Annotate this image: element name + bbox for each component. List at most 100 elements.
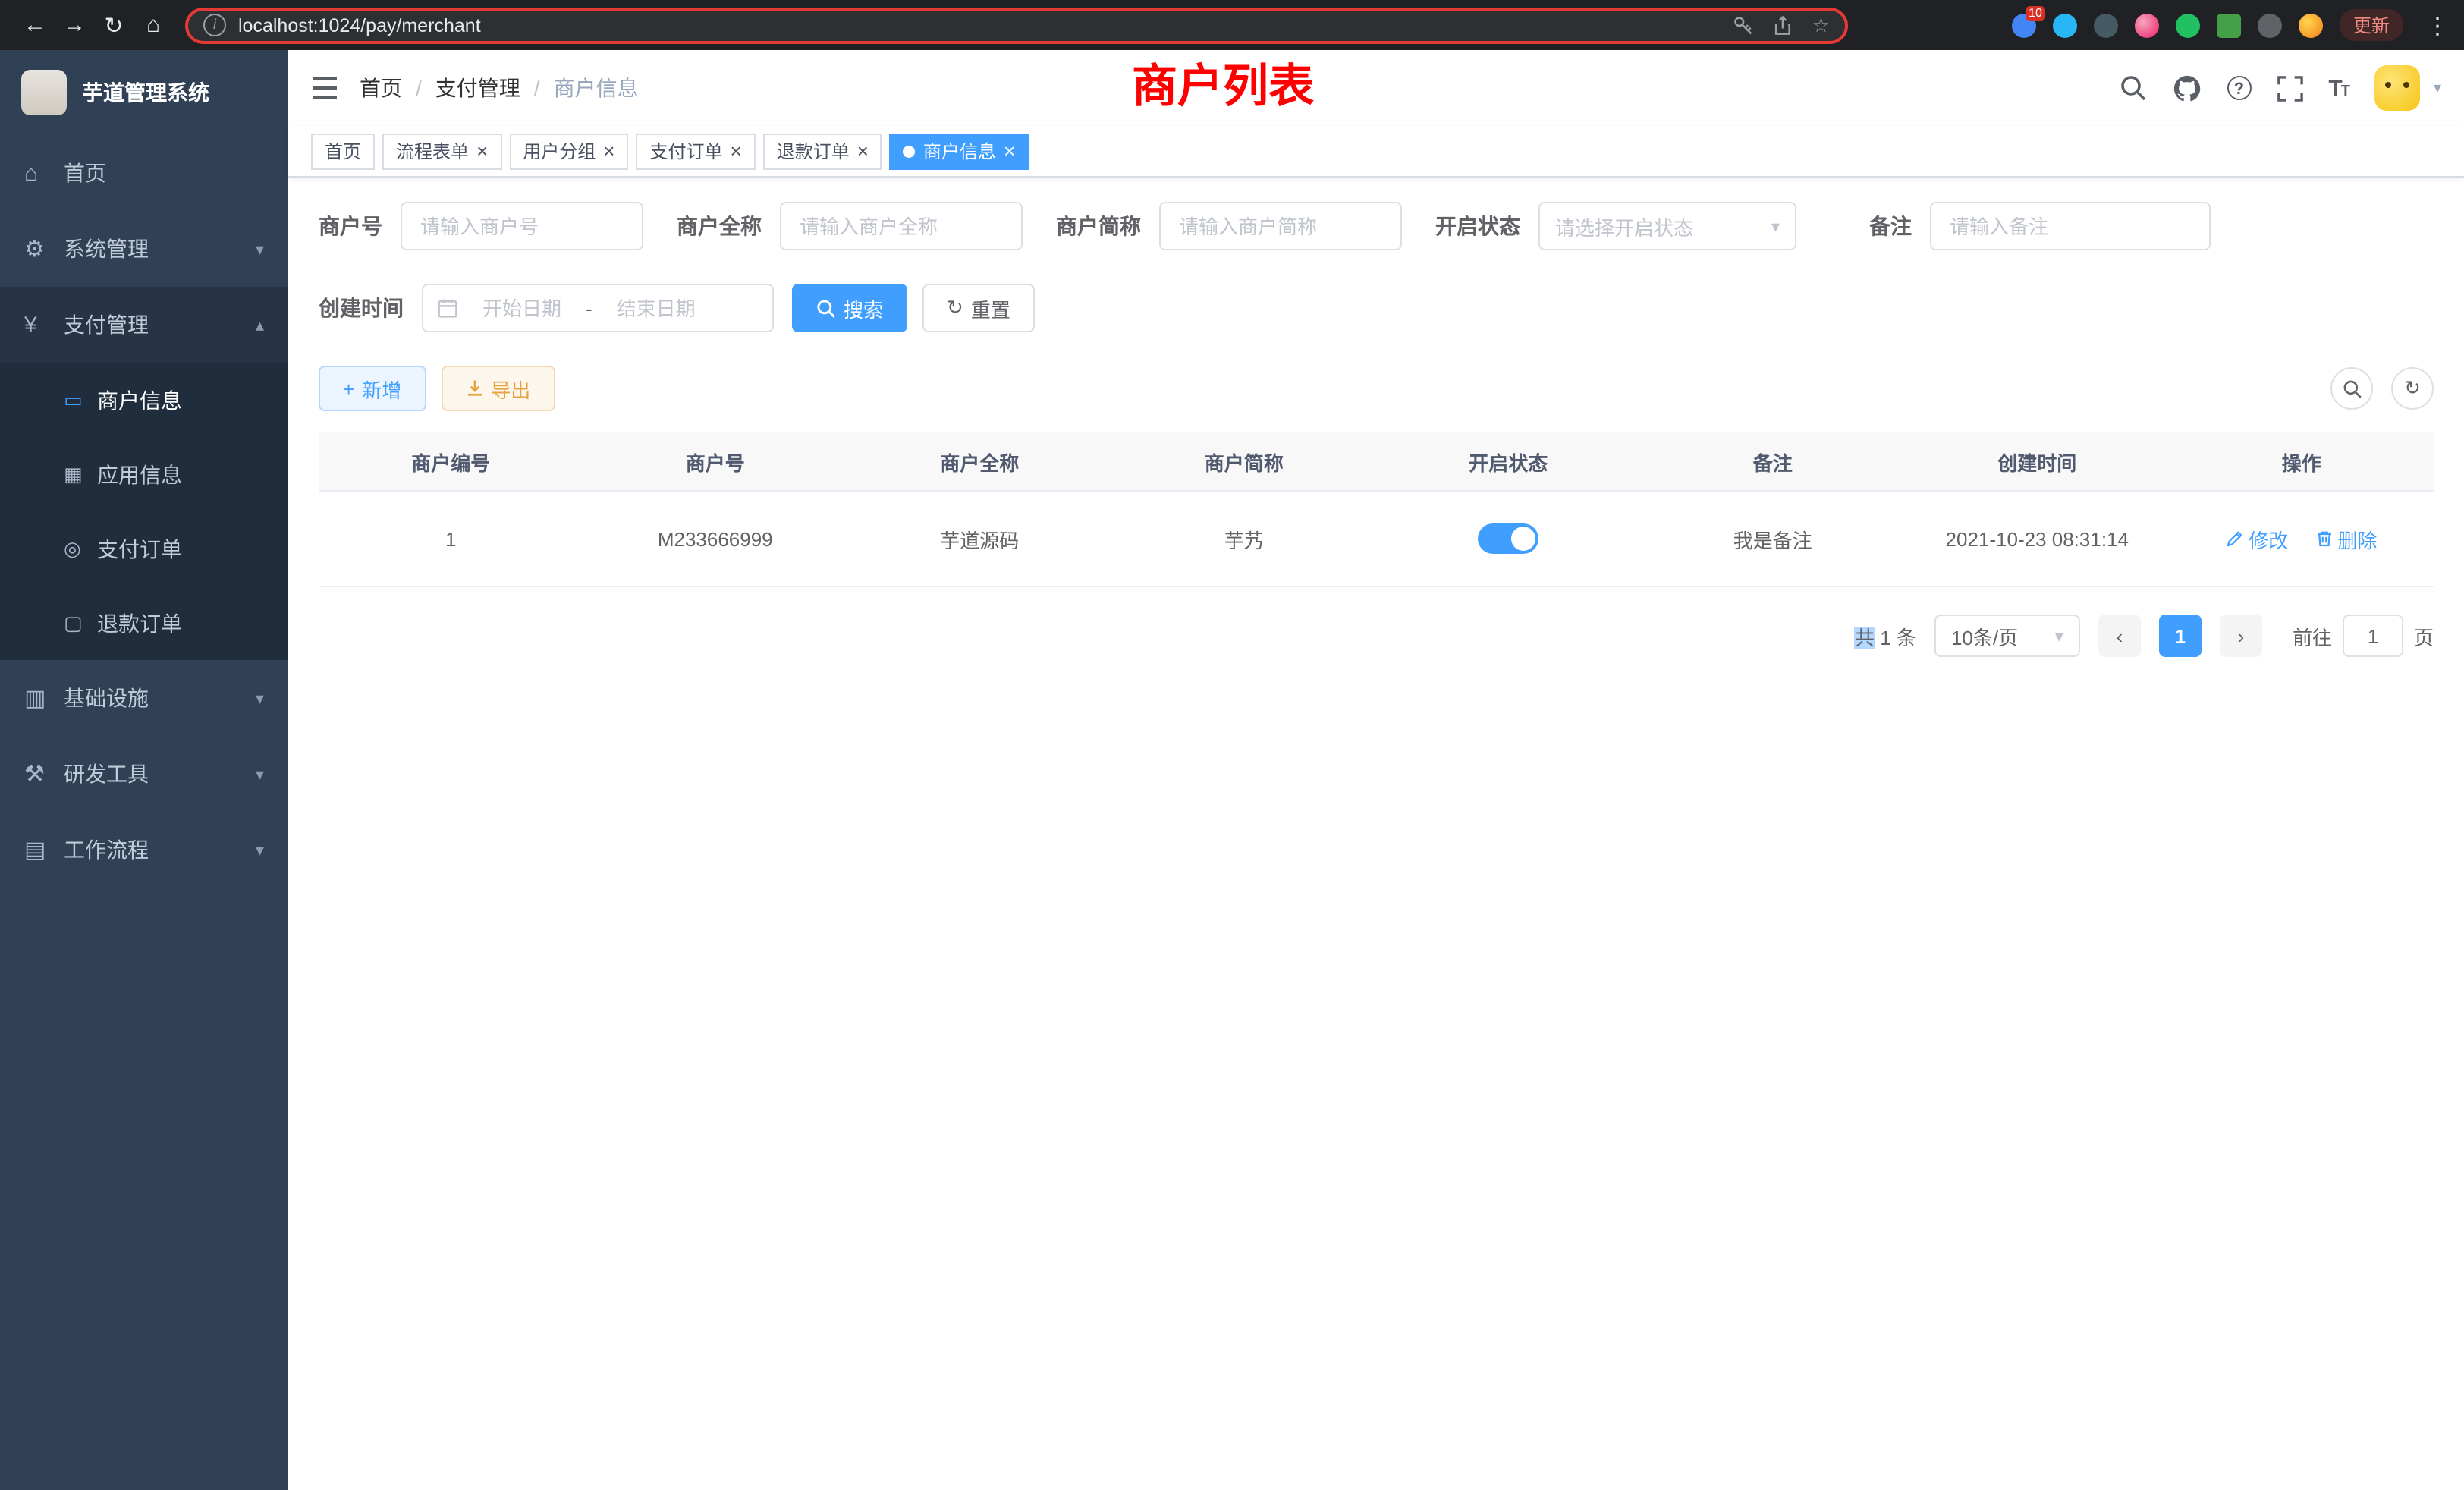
- close-icon[interactable]: ×: [857, 141, 869, 161]
- page-1-button[interactable]: 1: [2159, 615, 2202, 657]
- breadcrumb-separator: /: [416, 76, 422, 100]
- remark-input[interactable]: [1930, 202, 2211, 250]
- chevron-down-icon: ▾: [256, 239, 264, 259]
- chevron-down-icon: ▾: [2055, 626, 2063, 646]
- table-row: 1 M233666999 芋道源码 芋艿 我是备注 2021-10-23 08:…: [319, 491, 2434, 586]
- url-text[interactable]: localhost:1024/pay/merchant: [238, 14, 481, 36]
- sidebar-item-workflow[interactable]: ▤ 工作流程 ▾: [0, 812, 288, 888]
- sidebar-item-dev-tools[interactable]: ⚒ 研发工具 ▾: [0, 736, 288, 812]
- breadcrumb-item[interactable]: 支付管理: [435, 73, 520, 103]
- sidebar-item-label: 基础设施: [64, 683, 149, 713]
- sidebar-logo[interactable]: 芋道管理系统: [0, 50, 288, 135]
- goto-suffix: 页: [2414, 621, 2434, 650]
- browser-reload-icon[interactable]: ↻: [94, 11, 134, 39]
- filter-row-2: 创建时间 - 搜索 ↻ 重置: [319, 284, 2434, 332]
- edit-label: 修改: [2249, 524, 2288, 553]
- search-button[interactable]: 搜索: [792, 284, 907, 332]
- tag-refund-orders[interactable]: 退款订单 ×: [763, 133, 882, 169]
- close-icon[interactable]: ×: [731, 141, 742, 161]
- refresh-table-icon[interactable]: ↻: [2391, 367, 2434, 410]
- avatar-caret-icon[interactable]: ▾: [2434, 80, 2441, 96]
- extension-icon-4[interactable]: [2135, 13, 2159, 37]
- search-button-label: 搜索: [844, 294, 883, 322]
- reset-button[interactable]: ↻ 重置: [922, 284, 1035, 332]
- delete-link[interactable]: 删除: [2315, 524, 2377, 553]
- chevron-down-icon: ▾: [1771, 216, 1780, 236]
- sidebar-item-payment[interactable]: ¥ 支付管理 ▴: [0, 287, 288, 363]
- merchant-short-input[interactable]: [1159, 202, 1402, 250]
- prev-page-button[interactable]: ‹: [2098, 615, 2141, 657]
- goto-page-input[interactable]: [2343, 615, 2403, 657]
- refresh-glyph: ↻: [2404, 376, 2421, 401]
- hide-search-icon[interactable]: [2330, 367, 2373, 410]
- table-toolbar: + 新增 导出 ↻: [319, 366, 2434, 411]
- tag-label: 首页: [325, 138, 361, 164]
- site-info-icon[interactable]: i: [203, 14, 226, 36]
- extension-icon-7[interactable]: [2258, 13, 2282, 37]
- server-icon: ▥: [24, 684, 64, 712]
- merchant-name-input[interactable]: [780, 202, 1023, 250]
- sidebar-item-label: 商户信息: [97, 385, 182, 415]
- browser-menu-icon[interactable]: ⋮: [2426, 11, 2449, 39]
- sidebar-item-app-info[interactable]: ▦ 应用信息: [0, 437, 288, 511]
- fullscreen-icon[interactable]: [2277, 75, 2302, 101]
- extension-icon-5[interactable]: [2176, 13, 2200, 37]
- status-select[interactable]: 请选择开启状态 ▾: [1538, 202, 1796, 250]
- font-size-icon[interactable]: TT: [2328, 75, 2349, 101]
- export-button[interactable]: 导出: [441, 366, 555, 411]
- tag-pay-orders[interactable]: 支付订单 ×: [636, 133, 755, 169]
- browser-update-button[interactable]: 更新: [2340, 9, 2403, 41]
- sidebar-item-home[interactable]: ⌂ 首页: [0, 135, 288, 211]
- tag-home[interactable]: 首页: [311, 133, 375, 169]
- extension-icon-3[interactable]: [2094, 13, 2118, 37]
- sidebar-item-refund-orders[interactable]: ▢ 退款订单: [0, 586, 288, 660]
- close-icon[interactable]: ×: [476, 141, 488, 161]
- breadcrumb-item[interactable]: 首页: [360, 73, 402, 103]
- close-icon[interactable]: ×: [603, 141, 614, 161]
- sidebar-item-merchant-info[interactable]: ▭ 商户信息: [0, 363, 288, 437]
- active-dot: [904, 145, 916, 157]
- tag-merchant-info[interactable]: 商户信息 ×: [890, 133, 1029, 169]
- add-button[interactable]: + 新增: [319, 366, 426, 411]
- plus-icon: +: [343, 377, 354, 400]
- browser-back-icon[interactable]: ←: [15, 12, 55, 38]
- tag-label: 商户信息: [923, 138, 996, 164]
- share-icon[interactable]: [1773, 14, 1794, 36]
- browser-forward-icon[interactable]: →: [55, 12, 94, 38]
- extension-icon-2[interactable]: [2053, 13, 2077, 37]
- end-date-input[interactable]: [603, 295, 709, 321]
- sidebar-item-label: 系统管理: [64, 234, 149, 264]
- edit-link[interactable]: 修改: [2226, 524, 2288, 553]
- sidebar-toggle-icon[interactable]: [311, 76, 338, 100]
- extension-icon-6[interactable]: [2217, 13, 2241, 37]
- credit-card-icon: ▭: [64, 388, 97, 412]
- github-icon[interactable]: [2172, 74, 2201, 102]
- delete-label: 删除: [2337, 524, 2377, 553]
- start-date-input[interactable]: [469, 295, 575, 321]
- sidebar-item-system[interactable]: ⚙ 系统管理 ▾: [0, 211, 288, 287]
- user-avatar[interactable]: [2374, 65, 2420, 111]
- address-bar[interactable]: i localhost:1024/pay/merchant ☆: [185, 7, 1848, 43]
- close-icon[interactable]: ×: [1004, 141, 1015, 161]
- help-icon[interactable]: ?: [2227, 76, 2251, 100]
- status-toggle[interactable]: [1478, 523, 1538, 554]
- date-range-picker[interactable]: -: [422, 284, 774, 332]
- tag-user-group[interactable]: 用户分组 ×: [509, 133, 628, 169]
- extensions-puzzle-icon[interactable]: 10: [2012, 13, 2036, 37]
- sidebar-item-pay-orders[interactable]: ◎ 支付订单: [0, 511, 288, 586]
- page-size-select[interactable]: 10条/页 ▾: [1934, 615, 2080, 657]
- sidebar-item-infrastructure[interactable]: ▥ 基础设施 ▾: [0, 660, 288, 736]
- merchant-no-input[interactable]: [401, 202, 643, 250]
- tag-process-form[interactable]: 流程表单 ×: [382, 133, 501, 169]
- bookmark-star-icon[interactable]: ☆: [1812, 13, 1830, 37]
- merchant-no-label: 商户号: [319, 211, 382, 241]
- cell-remark: 我是备注: [1641, 491, 1906, 586]
- search-icon[interactable]: [2119, 74, 2146, 102]
- grid-icon: ▦: [64, 462, 97, 486]
- browser-home-icon[interactable]: ⌂: [134, 12, 173, 38]
- status-label: 开启状态: [1435, 211, 1520, 241]
- col-header: 商户编号: [319, 432, 583, 491]
- password-key-icon[interactable]: [1733, 14, 1755, 36]
- profile-avatar-icon[interactable]: [2299, 13, 2323, 37]
- next-page-button[interactable]: ›: [2220, 615, 2262, 657]
